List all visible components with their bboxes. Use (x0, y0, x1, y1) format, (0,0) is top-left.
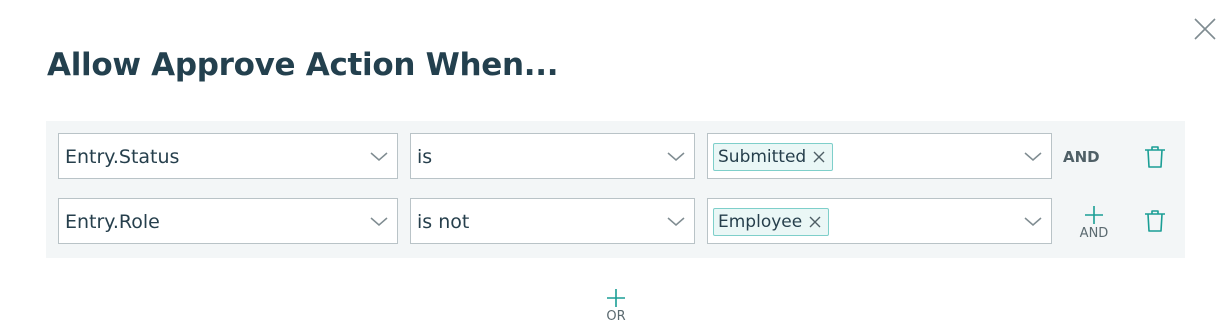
field-value: Entry.Status (65, 146, 180, 168)
value-select-row-1[interactable]: Submitted (707, 133, 1052, 179)
and-connector-label: AND (1063, 148, 1100, 166)
chevron-down-icon (370, 217, 388, 226)
value-chip: Submitted (713, 143, 834, 171)
operator-select-row-2[interactable]: is not (410, 198, 695, 244)
field-select-row-2[interactable]: Entry.Role (58, 198, 398, 244)
chevron-down-icon (667, 217, 685, 226)
operator-value: is not (417, 211, 470, 233)
add-and-condition-button[interactable]: AND (1074, 205, 1114, 243)
trash-icon[interactable] (1144, 145, 1166, 169)
field-select-row-1[interactable]: Entry.Status (58, 133, 398, 179)
close-icon[interactable] (1193, 17, 1217, 41)
add-and-label: AND (1079, 226, 1109, 241)
trash-icon[interactable] (1144, 209, 1166, 233)
remove-chip-icon[interactable] (812, 150, 826, 164)
operator-select-row-1[interactable]: is (410, 133, 695, 179)
value-select-row-2[interactable]: Employee (707, 198, 1052, 244)
dialog-title: Allow Approve Action When... (47, 47, 559, 83)
chevron-down-icon (1024, 152, 1042, 161)
chevron-down-icon (667, 152, 685, 161)
plus-icon (607, 289, 625, 307)
chevron-down-icon (370, 152, 388, 161)
field-value: Entry.Role (65, 211, 160, 233)
add-or-group-button[interactable]: OR (596, 288, 636, 326)
value-chip: Employee (713, 208, 830, 236)
chip-label: Employee (718, 212, 803, 232)
add-or-label: OR (606, 309, 626, 324)
chevron-down-icon (1024, 217, 1042, 226)
plus-icon (1085, 206, 1103, 224)
operator-value: is (417, 146, 433, 168)
chip-label: Submitted (718, 147, 807, 167)
remove-chip-icon[interactable] (808, 215, 822, 229)
